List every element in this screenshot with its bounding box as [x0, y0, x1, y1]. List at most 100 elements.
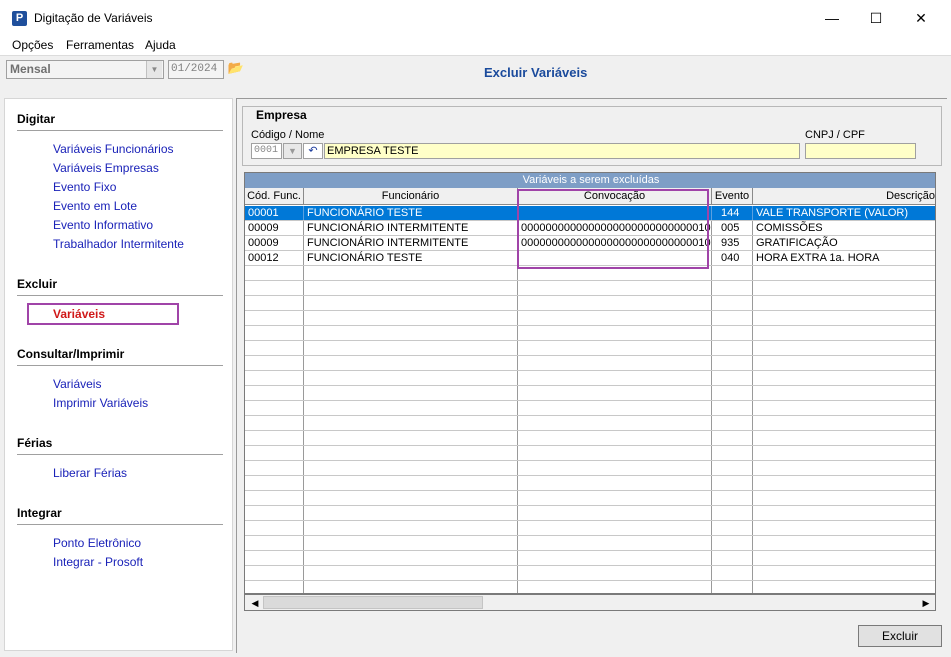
scroll-right-icon[interactable]: ▶ [919, 597, 933, 609]
empty-table-row[interactable] [245, 536, 935, 551]
nav-variaveis-funcionarios[interactable]: Variáveis Funcionários [53, 142, 174, 156]
empty-table-row[interactable] [245, 566, 935, 581]
funcionario-cell [304, 461, 518, 475]
empty-table-row[interactable] [245, 446, 935, 461]
funcionario-cell [304, 491, 518, 505]
nav-evento-em-lote[interactable]: Evento em Lote [53, 199, 137, 213]
empty-table-row[interactable] [245, 356, 935, 371]
cod-func-cell [245, 371, 304, 385]
funcionario-cell [304, 581, 518, 593]
empty-table-row[interactable] [245, 371, 935, 386]
chevron-down-icon[interactable]: ▼ [146, 61, 162, 78]
empty-table-row[interactable] [245, 341, 935, 356]
download-arrow-icon[interactable]: ▼ [283, 143, 302, 159]
cod-func-cell [245, 266, 304, 280]
funcionario-cell [304, 311, 518, 325]
empty-table-row[interactable] [245, 311, 935, 326]
funcionario-cell [304, 326, 518, 340]
empty-table-row[interactable] [245, 521, 935, 536]
descricao-cell [753, 566, 935, 580]
evento-cell [712, 311, 753, 325]
undo-arrow-icon[interactable]: ↶ [303, 143, 323, 159]
evento-cell: 935 [712, 236, 753, 250]
cnpj-field[interactable] [805, 143, 916, 159]
nav-imprimir-variaveis[interactable]: Imprimir Variáveis [53, 396, 148, 410]
empty-table-row[interactable] [245, 296, 935, 311]
evento-cell: 040 [712, 251, 753, 265]
empty-table-row[interactable] [245, 386, 935, 401]
empresa-group-label: Empresa [254, 108, 309, 122]
cod-func-cell [245, 551, 304, 565]
column-header-funcionario[interactable]: Funcionário [304, 188, 518, 205]
funcionario-cell: FUNCIONÁRIO TESTE [304, 251, 518, 265]
scroll-left-icon[interactable]: ◀ [248, 597, 262, 609]
descricao-cell: VALE TRANSPORTE (VALOR) [756, 207, 909, 219]
cod-func-cell [245, 296, 304, 310]
empty-table-row[interactable] [245, 416, 935, 431]
empty-table-row[interactable] [245, 506, 935, 521]
empty-table-row[interactable] [245, 281, 935, 296]
nav-variaveis-empresas[interactable]: Variáveis Empresas [53, 161, 159, 175]
descricao-cell [753, 581, 935, 593]
menu-ferramentas[interactable]: Ferramentas [66, 38, 134, 52]
column-header-descricao[interactable]: Descrição [753, 188, 935, 205]
sidebar: Digitar Variáveis Funcionários Variáveis… [4, 98, 233, 651]
cod-func-cell [245, 416, 304, 430]
nav-evento-fixo[interactable]: Evento Fixo [53, 180, 116, 194]
descricao-cell [753, 281, 935, 295]
horizontal-scrollbar[interactable]: ◀ ▶ [244, 594, 936, 611]
section-digitar: Digitar [17, 112, 56, 126]
empty-table-row[interactable] [245, 551, 935, 566]
convocacao-cell [518, 401, 712, 415]
evento-cell: 144 [712, 206, 753, 220]
nav-evento-informativo[interactable]: Evento Informativo [53, 218, 153, 232]
descricao-cell [753, 491, 935, 505]
funcionario-cell [304, 266, 518, 280]
cnpj-label: CNPJ / CPF [805, 129, 865, 141]
evento-cell [712, 566, 753, 580]
nav-consultar-variaveis[interactable]: Variáveis [53, 377, 101, 391]
menu-ajuda[interactable]: Ajuda [145, 38, 176, 52]
nav-trabalhador-intermitente[interactable]: Trabalhador Intermitente [53, 237, 184, 251]
maximize-button[interactable]: ☐ [853, 0, 899, 36]
descricao-cell [753, 536, 935, 550]
column-header-evento[interactable]: Evento [712, 188, 753, 205]
competence-date-field[interactable]: 01/2024 [168, 60, 224, 79]
convocacao-cell [518, 566, 712, 580]
menu-opcoes[interactable]: Opções [12, 38, 53, 52]
cod-func-cell [245, 581, 304, 593]
company-code-field[interactable]: 0001 [251, 143, 282, 159]
section-excluir: Excluir [17, 277, 58, 291]
scroll-thumb[interactable] [263, 596, 483, 609]
cod-func-cell [245, 566, 304, 580]
funcionario-cell [304, 356, 518, 370]
minimize-button[interactable]: — [809, 0, 855, 36]
convocacao-cell [518, 521, 712, 535]
empty-table-row[interactable] [245, 326, 935, 341]
empty-table-row[interactable] [245, 476, 935, 491]
period-select[interactable]: Mensal [6, 60, 164, 79]
divider [17, 130, 223, 131]
column-header-cod-func[interactable]: Cód. Func. [245, 188, 304, 205]
delete-button[interactable]: Excluir [858, 625, 942, 647]
funcionario-cell [304, 476, 518, 490]
nav-ponto-eletronico[interactable]: Ponto Eletrônico [53, 536, 141, 550]
empty-table-row[interactable] [245, 581, 935, 593]
descricao-cell [753, 431, 935, 445]
empty-table-row[interactable] [245, 431, 935, 446]
open-folder-icon[interactable]: 📂 [227, 59, 245, 77]
nav-liberar-ferias[interactable]: Liberar Férias [53, 466, 127, 480]
company-name-field[interactable]: EMPRESA TESTE [324, 143, 800, 159]
cod-func-cell [245, 536, 304, 550]
nav-integrar-prosoft[interactable]: Integrar - Prosoft [53, 555, 143, 569]
convocacao-cell [518, 491, 712, 505]
empty-table-row[interactable] [245, 461, 935, 476]
close-button[interactable]: ✕ [898, 0, 944, 36]
funcionario-cell: FUNCIONÁRIO INTERMITENTE [304, 221, 518, 235]
nav-excluir-variaveis[interactable]: Variáveis [53, 307, 105, 321]
funcionario-cell [304, 431, 518, 445]
empty-table-row[interactable] [245, 491, 935, 506]
empty-table-row[interactable] [245, 401, 935, 416]
cod-func-cell [245, 311, 304, 325]
evento-cell [712, 446, 753, 460]
